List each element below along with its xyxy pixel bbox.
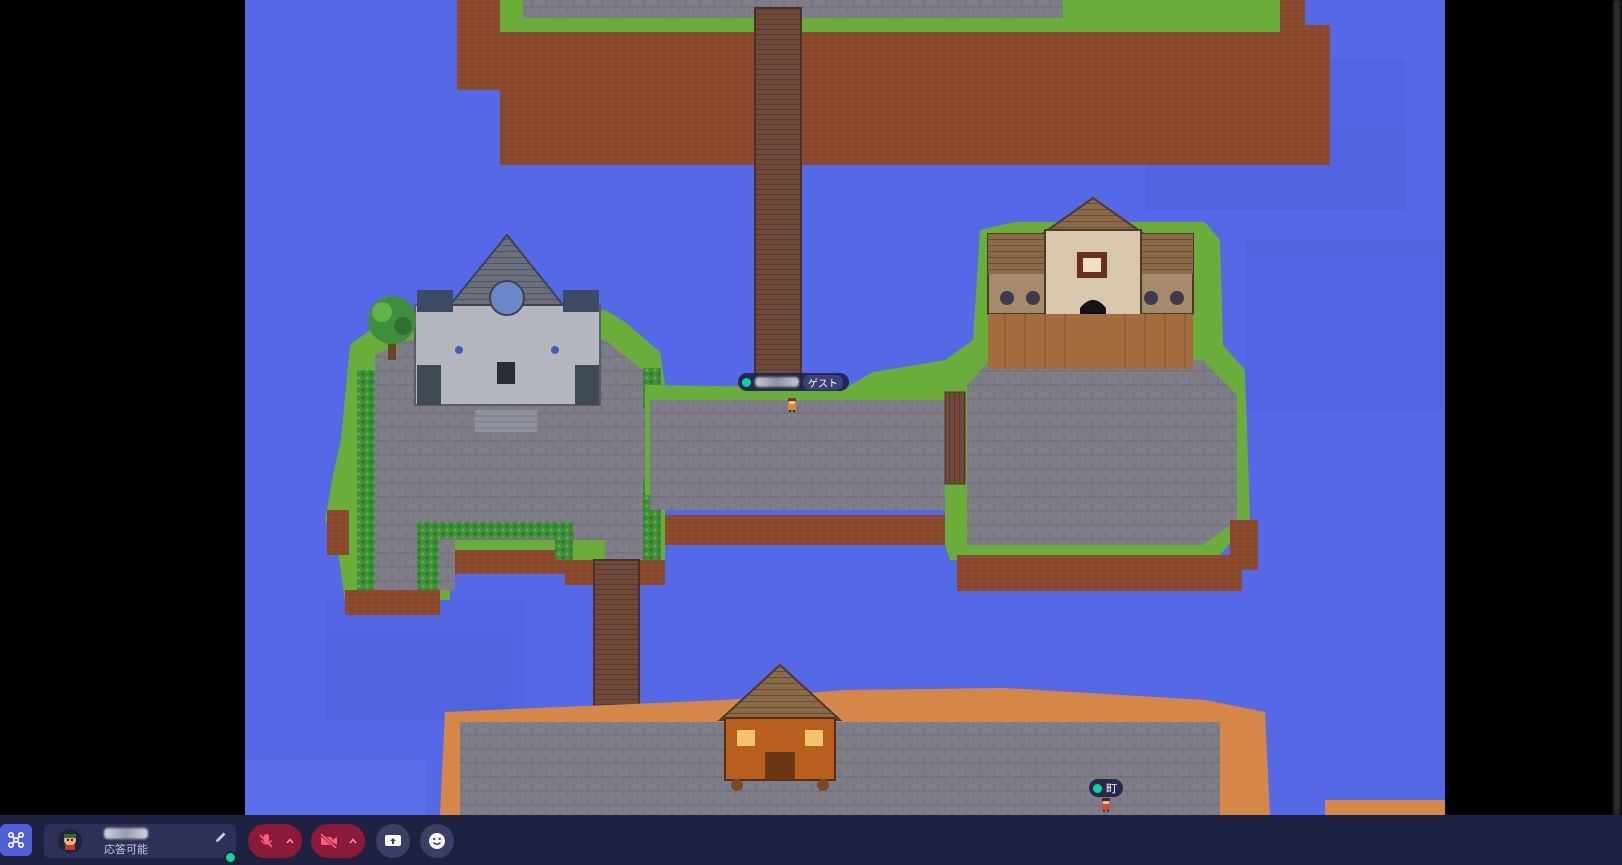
player-name: 町 xyxy=(1106,782,1117,795)
player-nametag-town[interactable]: 町 xyxy=(1089,779,1123,797)
scrollbar-thumb[interactable] xyxy=(1614,0,1620,815)
scrollbar[interactable] xyxy=(1612,0,1622,815)
microphone-control[interactable] xyxy=(248,824,302,858)
camera-toggle-button[interactable] xyxy=(314,824,344,858)
avatar[interactable] xyxy=(58,829,82,853)
online-status-dot xyxy=(742,377,751,387)
online-status-dot xyxy=(224,851,237,864)
profile-card[interactable]: 応答可能 xyxy=(44,824,237,864)
main-menu-button[interactable] xyxy=(0,824,32,856)
role-badge: ゲスト xyxy=(803,374,843,390)
chevron-up-icon xyxy=(286,838,294,844)
smiley-icon xyxy=(429,833,445,849)
camera-options-button[interactable] xyxy=(344,824,362,858)
online-status-dot xyxy=(1093,783,1102,793)
player-name-hidden xyxy=(755,377,799,387)
north-island xyxy=(457,0,1330,165)
emote-button[interactable] xyxy=(420,824,454,858)
network-icon xyxy=(7,831,25,849)
screen-share-button[interactable] xyxy=(376,824,410,858)
user-avatar-icon xyxy=(64,834,76,850)
mute-toggle-button[interactable] xyxy=(251,824,281,858)
profile-name-hidden xyxy=(104,828,148,839)
share-screen-icon xyxy=(385,835,401,846)
camera-off-icon xyxy=(319,832,338,850)
game-map-viewport[interactable]: ゲスト 町 xyxy=(0,0,1622,815)
bottom-toolbar: 応答可能 xyxy=(0,815,1622,865)
player-avatar-town[interactable] xyxy=(1100,798,1112,812)
mic-off-icon xyxy=(259,834,273,848)
camera-control[interactable] xyxy=(311,824,365,858)
availability-status: 応答可能 xyxy=(104,843,148,856)
game-map[interactable] xyxy=(245,0,1445,815)
north-bridge xyxy=(754,7,802,417)
pencil-icon[interactable] xyxy=(214,830,228,844)
mic-options-button[interactable] xyxy=(281,824,299,858)
chevron-up-icon xyxy=(349,838,357,844)
player-avatar-guest[interactable] xyxy=(786,398,798,412)
player-nametag-guest[interactable]: ゲスト xyxy=(738,373,849,391)
